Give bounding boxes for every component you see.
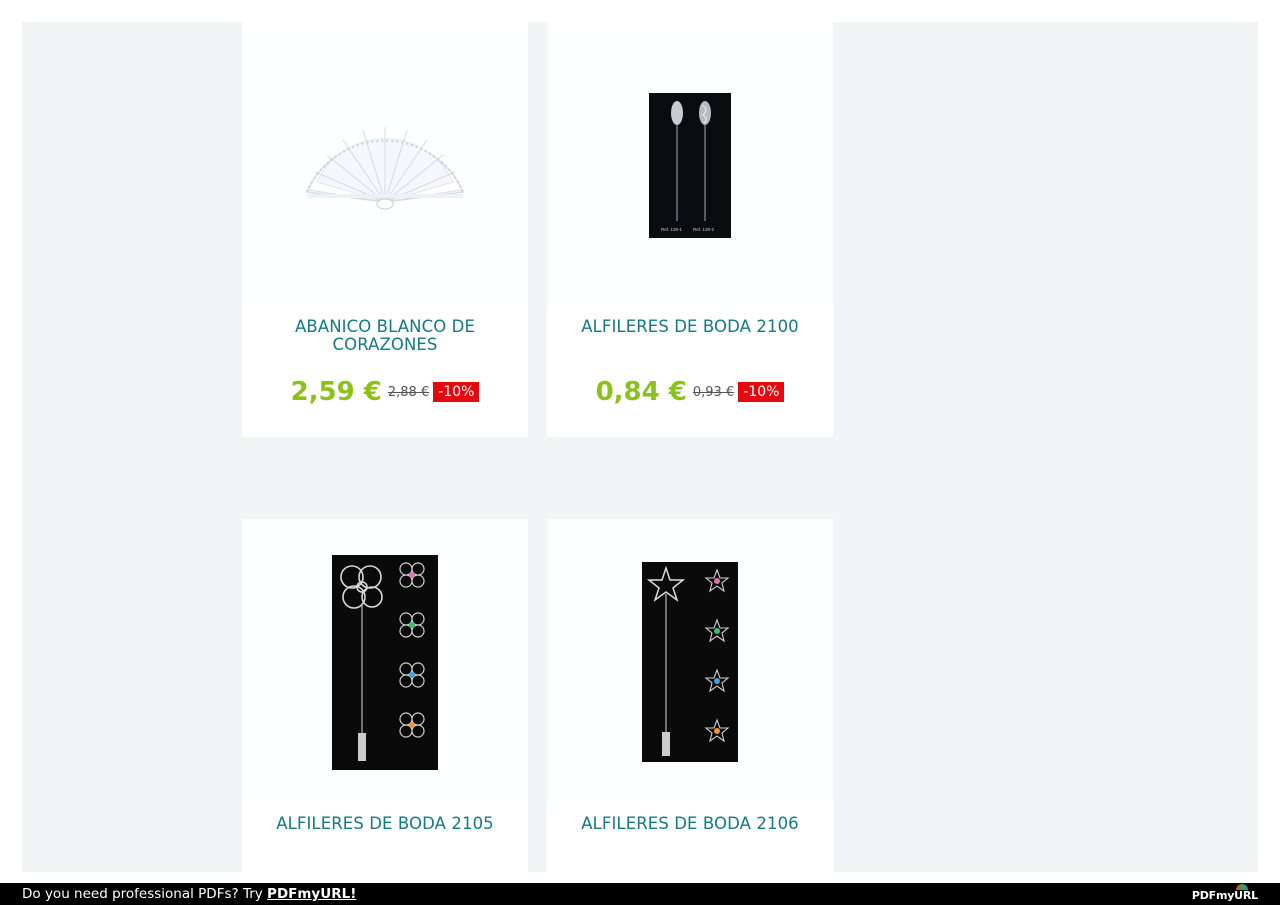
product-title-link[interactable]: ALFILERES DE BODA 2106 bbox=[557, 815, 823, 833]
product-old-price: 0,93 € bbox=[692, 384, 735, 400]
pdfmyurl-link[interactable]: PDFmyURL! bbox=[267, 886, 356, 902]
price-row: 0,84 € 0,93 € -10% bbox=[547, 377, 833, 407]
product-image-link[interactable]: Ref. 139-1 Ref. 139-2 bbox=[547, 22, 833, 308]
image-caption-right: Ref. 139-2 bbox=[693, 227, 715, 232]
product-old-price: 2,88 € bbox=[387, 384, 430, 400]
product-image-link[interactable] bbox=[242, 519, 528, 805]
pdfmyurl-logo[interactable]: PDFmyURL bbox=[1192, 886, 1258, 906]
footer-text: Do you need professional PDFs? Try bbox=[22, 886, 268, 902]
product-card[interactable]: ALFILERES DE BODA 2105 bbox=[242, 519, 528, 872]
bridal-pins-2100-image: Ref. 139-1 Ref. 139-2 bbox=[649, 92, 731, 238]
product-image-link[interactable] bbox=[242, 22, 528, 308]
pdf-footer-bar: Do you need professional PDFs? Try PDFmy… bbox=[0, 883, 1280, 905]
product-price: 0,84 € bbox=[595, 377, 687, 407]
product-title-link[interactable]: ALFILERES DE BODA 2105 bbox=[252, 815, 518, 833]
white-hand-fan-image bbox=[305, 127, 465, 210]
price-row: 2,59 € 2,88 € -10% bbox=[242, 377, 528, 407]
image-caption-left: Ref. 139-1 bbox=[661, 227, 683, 232]
discount-badge: -10% bbox=[433, 382, 480, 402]
product-card[interactable]: ALFILERES DE BODA 2106 bbox=[547, 519, 833, 872]
flower-pins-2105-image bbox=[332, 554, 438, 770]
product-title-link[interactable]: ABANICO BLANCO DE CORAZONES bbox=[252, 318, 518, 354]
product-title-link[interactable]: ALFILERES DE BODA 2100 bbox=[557, 318, 823, 336]
star-pins-2106-image bbox=[642, 562, 738, 762]
product-price: 2,59 € bbox=[290, 377, 382, 407]
footer-message: Do you need professional PDFs? Try PDFmy… bbox=[22, 884, 356, 904]
discount-badge: -10% bbox=[738, 382, 785, 402]
product-card[interactable]: Ref. 139-1 Ref. 139-2 ALFILERES DE BODA … bbox=[547, 22, 833, 437]
product-image-link[interactable] bbox=[547, 519, 833, 805]
product-card[interactable]: ABANICO BLANCO DE CORAZONES 2,59 € 2,88 … bbox=[242, 22, 528, 437]
